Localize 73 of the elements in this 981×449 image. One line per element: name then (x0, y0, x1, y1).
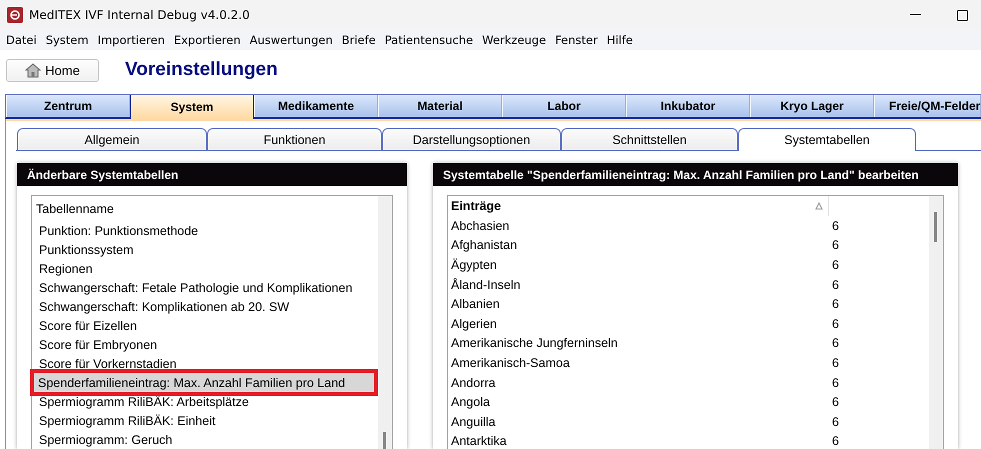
sub-tab[interactable]: Systemtabellen (738, 128, 916, 151)
menu-item[interactable]: Hilfe (606, 33, 640, 47)
table-cell-text: 6 (831, 434, 839, 448)
list-item[interactable]: Score für Vorkernstadien (35, 354, 378, 373)
window-title: MedITEX IVF Internal Debug v4.0.2.0 (29, 8, 250, 22)
scrollbar[interactable] (929, 196, 943, 449)
table-cell-text: Åland-Inseln (450, 278, 522, 292)
sub-tab[interactable]: Allgemein (17, 128, 207, 150)
menu-item[interactable]: Briefe (342, 33, 383, 47)
table-cell-text: 6 (831, 336, 839, 350)
menu-item[interactable]: Importieren (98, 33, 172, 47)
table-cell-text: 6 (831, 376, 839, 390)
table-cell-text: 6 (831, 414, 839, 429)
list-item[interactable]: Spermiogramm: Geruch (35, 430, 378, 449)
app-logo-icon (7, 7, 23, 23)
menu-item[interactable]: Exportieren (174, 33, 248, 47)
house-icon (25, 62, 42, 78)
main-tab[interactable]: Labor (502, 95, 626, 117)
table-cell-text: 6 (831, 218, 839, 233)
table-cell-text: 6 (831, 395, 839, 410)
list-item[interactable]: Punktion: Punktionsmethode (35, 221, 378, 240)
table-cell-text: 6 (831, 238, 839, 252)
table-cell-text: 6 (831, 297, 839, 312)
home-button[interactable]: Home (6, 58, 99, 82)
table-cell-text: 6 (831, 356, 839, 370)
main-tab[interactable]: Inkubator (626, 95, 750, 117)
menu-item[interactable]: Patientensuche (384, 33, 480, 47)
list-item[interactable]: Regionen (35, 259, 378, 278)
table-cell-text: Afghanistan (450, 238, 518, 252)
column-header[interactable]: Einträge (448, 199, 502, 213)
sub-tab[interactable]: Funktionen (207, 128, 382, 150)
main-tab[interactable]: Medikamente (254, 95, 378, 117)
table-cell-text: Ägypten (450, 258, 498, 272)
table-cell-text: 6 (831, 258, 839, 272)
panel-title: Systemtabelle "Spenderfamilieneintrag: Max. Anzahl Familien pro Land" bearbeiten (433, 163, 958, 186)
menu-item[interactable]: Fenster (555, 33, 605, 47)
table-cell-text: Albanien (450, 297, 501, 312)
main-tab[interactable]: Freie/QM-Felder (874, 95, 981, 117)
list-item[interactable]: Punktionssystem (35, 240, 378, 259)
list-item[interactable]: Score für Eizellen (35, 316, 378, 335)
table-cell-text: Angola (450, 395, 491, 410)
table-cell-text: Abchasien (450, 218, 510, 233)
panel-title: Änderbare Systemtabellen (17, 163, 407, 186)
column-header[interactable]: Tabellenname (35, 200, 378, 218)
table-cell-text: Antarktika (450, 434, 508, 448)
table-cell-text: Andorra (450, 376, 496, 390)
minimize-icon[interactable] (910, 14, 921, 16)
list-item[interactable]: Schwangerschaft: Komplikationen ab 20. SW (35, 297, 378, 316)
sub-tab[interactable]: Darstellungsoptionen (382, 128, 561, 150)
table-cell-text: Amerikanische Jungferninseln (450, 336, 619, 350)
sub-tab[interactable]: Schnittstellen (561, 128, 738, 150)
table-cell-text: 6 (831, 278, 839, 292)
table-cell-text: Algerien (450, 316, 498, 331)
scrollbar[interactable] (378, 196, 392, 449)
list-item[interactable]: Spermiogramm RiliBÄK: Einheit (35, 411, 378, 430)
table-cell-text: 6 (831, 316, 839, 331)
list-item[interactable]: Spenderfamilieneintrag: Max. Anzahl Familien pro Land (34, 373, 374, 392)
menu-item[interactable]: Werkzeuge (482, 33, 554, 47)
maximize-icon[interactable] (957, 10, 968, 20)
main-tab[interactable]: System (130, 95, 254, 119)
sort-ascending-icon[interactable] (815, 202, 823, 210)
main-tab[interactable]: Material (378, 95, 502, 117)
list-item[interactable]: Spermiogramm RiliBÄK: Arbeitsplätze (35, 392, 378, 411)
menu-item[interactable]: Datei (6, 33, 44, 47)
page-title: Voreinstellungen (125, 59, 278, 81)
list-item[interactable]: Score für Embryonen (35, 335, 378, 354)
main-tab[interactable]: Zentrum (6, 95, 130, 117)
list-item[interactable]: Schwangerschaft: Fetale Pathologie und Komplikationen (35, 278, 378, 297)
main-tab[interactable]: Kryo Lager (750, 95, 874, 117)
menu-item[interactable]: System (46, 33, 96, 47)
table-cell-text: Anguilla (450, 414, 496, 429)
menu-item[interactable]: Auswertungen (250, 33, 340, 47)
table-cell-text: Amerikanisch-Samoa (450, 356, 571, 370)
